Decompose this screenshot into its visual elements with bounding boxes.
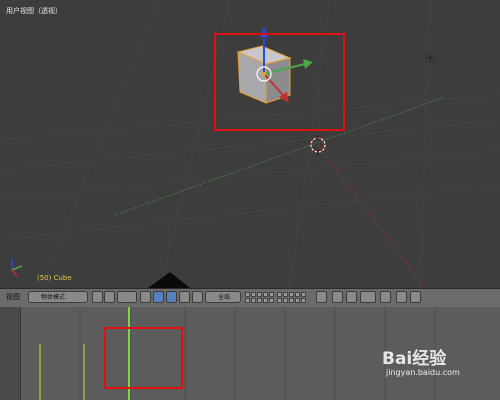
layer-buttons[interactable] [245,292,315,304]
shading-dropdown-button[interactable] [104,291,115,303]
snap-toggle-button[interactable] [346,291,357,303]
proportional-edit-button[interactable] [332,291,343,303]
rotate-manipulator-button[interactable] [166,291,177,303]
timeline-channel-region [0,307,21,400]
lamp-icon[interactable] [425,53,435,63]
viewport-header: 视图 物体模式 全局 [0,288,500,308]
lock-camera-button[interactable] [316,291,327,303]
transform-orientation-label: 全局 [218,294,231,301]
baidu-logo: Bai经验 [382,349,447,369]
active-object-label: (50) Cube [37,274,72,282]
render-options-button[interactable] [410,291,421,303]
scale-manipulator-button[interactable] [179,291,190,303]
render-animation-button[interactable] [396,291,407,303]
transform-orientation-icon[interactable] [192,291,203,303]
viewport-shading-button[interactable] [92,291,103,303]
mode-dropdown-label: 物体模式 [41,294,66,301]
playhead-selection-highlight [104,327,183,389]
manipulator-toggle-button[interactable] [140,291,151,303]
pivot-point-button[interactable] [117,291,137,303]
watermark-url: jingyan.baidu.com [386,368,460,377]
transform-orientation-dropdown[interactable]: 全局 [205,291,241,303]
axis-orientation-icon [11,258,23,277]
mode-dropdown[interactable]: 物体模式 [28,291,88,303]
render-button[interactable] [380,291,391,303]
camera-icon[interactable] [148,272,190,288]
view-menu[interactable]: 视图 [6,292,20,302]
translate-manipulator-button[interactable] [153,291,164,303]
baidu-watermark: Bai经验 jingyan.baidu.com [382,344,500,400]
viewport-title: 用户视图（透视） [6,7,62,15]
snap-element-dropdown[interactable] [360,291,376,303]
cube-selection-highlight [214,33,345,131]
